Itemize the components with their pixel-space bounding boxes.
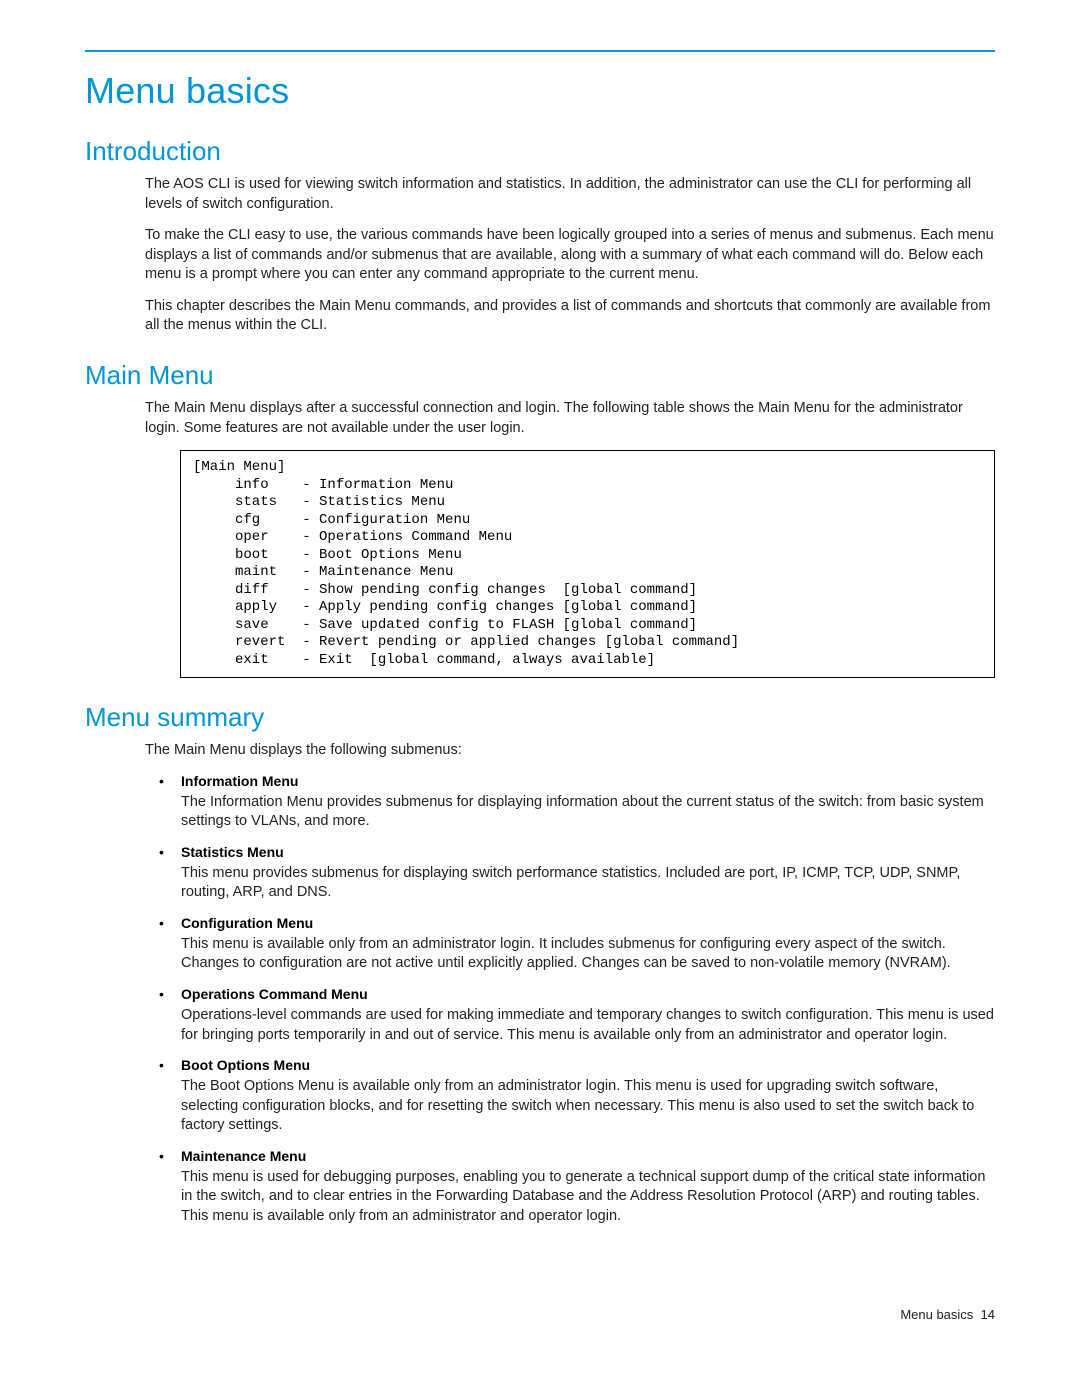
footer-page-number: 14: [981, 1307, 995, 1322]
intro-paragraph-2: To make the CLI easy to use, the various…: [145, 226, 995, 285]
list-item-title: Statistics Menu: [181, 844, 995, 860]
page-title: Menu basics: [85, 70, 995, 112]
list-item: Configuration Menu This menu is availabl…: [145, 915, 995, 974]
list-item-title: Information Menu: [181, 773, 995, 789]
footer-label: Menu basics: [900, 1307, 973, 1322]
list-item: Information Menu The Information Menu pr…: [145, 773, 995, 832]
page-content: Menu basics Introduction The AOS CLI is …: [0, 0, 1080, 1362]
list-item-title: Configuration Menu: [181, 915, 995, 931]
main-menu-code-block: [Main Menu] info - Information Menu stat…: [180, 450, 995, 678]
main-menu-paragraph-1: The Main Menu displays after a successfu…: [145, 399, 995, 438]
top-rule: [85, 50, 995, 52]
list-item-title: Boot Options Menu: [181, 1057, 995, 1073]
list-item-desc: This menu provides submenus for displayi…: [181, 865, 960, 901]
intro-paragraph-1: The AOS CLI is used for viewing switch i…: [145, 175, 995, 214]
list-item-desc: Operations-level commands are used for m…: [181, 1007, 994, 1043]
list-item-title: Maintenance Menu: [181, 1148, 995, 1164]
menu-summary-list: Information Menu The Information Menu pr…: [145, 773, 995, 1227]
section-heading-main-menu: Main Menu: [85, 360, 995, 391]
list-item-desc: This menu is available only from an admi…: [181, 936, 951, 972]
summary-paragraph-1: The Main Menu displays the following sub…: [145, 741, 995, 761]
list-item: Maintenance Menu This menu is used for d…: [145, 1148, 995, 1227]
list-item: Boot Options Menu The Boot Options Menu …: [145, 1057, 995, 1136]
section-heading-introduction: Introduction: [85, 136, 995, 167]
intro-paragraph-3: This chapter describes the Main Menu com…: [145, 297, 995, 336]
page-footer: Menu basics 14: [85, 1307, 995, 1322]
list-item-desc: The Information Menu provides submenus f…: [181, 794, 984, 830]
list-item-desc: The Boot Options Menu is available only …: [181, 1078, 974, 1133]
list-item: Statistics Menu This menu provides subme…: [145, 844, 995, 903]
list-item: Operations Command Menu Operations-level…: [145, 986, 995, 1045]
list-item-desc: This menu is used for debugging purposes…: [181, 1169, 985, 1224]
section-heading-menu-summary: Menu summary: [85, 702, 995, 733]
list-item-title: Operations Command Menu: [181, 986, 995, 1002]
